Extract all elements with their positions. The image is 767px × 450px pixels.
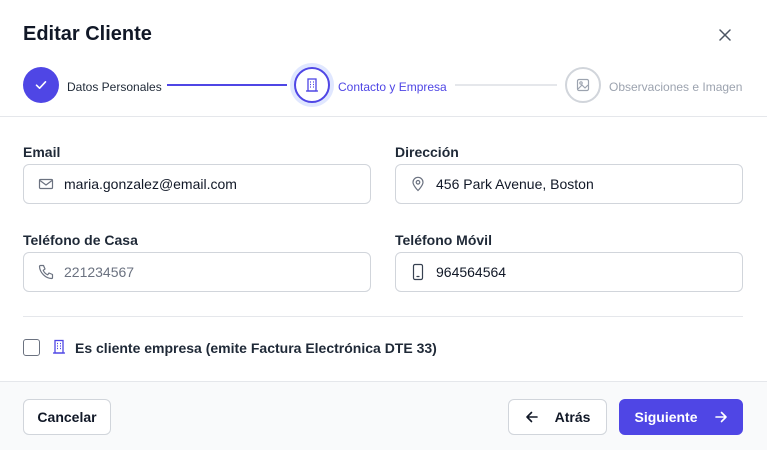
dialog-title: Editar Cliente — [23, 23, 152, 45]
form-divider — [23, 316, 743, 317]
home-phone-input[interactable] — [64, 264, 354, 280]
back-button[interactable]: Atrás — [508, 399, 607, 435]
dialog-footer: Cancelar Atrás Siguiente — [0, 381, 767, 450]
address-field[interactable] — [395, 164, 743, 204]
mail-icon — [36, 174, 56, 194]
mobile-phone-field[interactable] — [395, 252, 743, 292]
smartphone-icon — [408, 262, 428, 282]
step-connector-2 — [455, 84, 557, 86]
step-connector-1 — [167, 84, 287, 86]
step-1-indicator[interactable] — [23, 67, 59, 103]
close-icon — [719, 29, 731, 41]
step-3-label: Observaciones e Imagen — [609, 80, 743, 94]
company-client-checkbox[interactable] — [23, 339, 40, 356]
address-input[interactable] — [436, 176, 726, 192]
step-2-label: Contacto y Empresa — [338, 80, 447, 94]
mobile-phone-label: Teléfono Móvil — [395, 232, 492, 248]
cancel-button-label: Cancelar — [37, 409, 97, 425]
email-input[interactable] — [64, 176, 354, 192]
company-client-label[interactable]: Es cliente empresa (emite Factura Electr… — [75, 340, 437, 356]
step-3-indicator[interactable] — [565, 67, 601, 103]
home-phone-label: Teléfono de Casa — [23, 232, 138, 248]
step-1-label: Datos Personales — [67, 80, 162, 94]
email-label: Email — [23, 144, 61, 160]
close-button[interactable] — [713, 23, 737, 47]
check-icon — [35, 81, 47, 89]
home-phone-field[interactable] — [23, 252, 371, 292]
edit-client-dialog: Editar Cliente Datos Personales Contacto… — [0, 0, 767, 450]
back-button-label: Atrás — [554, 409, 591, 425]
cancel-button[interactable]: Cancelar — [23, 399, 111, 435]
email-field[interactable] — [23, 164, 371, 204]
image-icon — [576, 78, 590, 92]
mobile-phone-input[interactable] — [436, 264, 726, 280]
stepper: Datos Personales Contacto y Empresa Obse… — [0, 60, 767, 116]
arrow-right-icon — [714, 410, 728, 424]
next-button[interactable]: Siguiente — [619, 399, 743, 435]
arrow-left-icon — [525, 410, 539, 424]
step-2-indicator[interactable] — [294, 67, 330, 103]
building-icon — [50, 338, 68, 356]
phone-icon — [36, 262, 56, 282]
next-button-label: Siguiente — [634, 409, 698, 425]
header-divider — [0, 116, 767, 117]
map-pin-icon — [408, 174, 428, 194]
dialog-header: Editar Cliente — [0, 0, 767, 60]
address-label: Dirección — [395, 144, 459, 160]
building-icon — [306, 78, 318, 92]
